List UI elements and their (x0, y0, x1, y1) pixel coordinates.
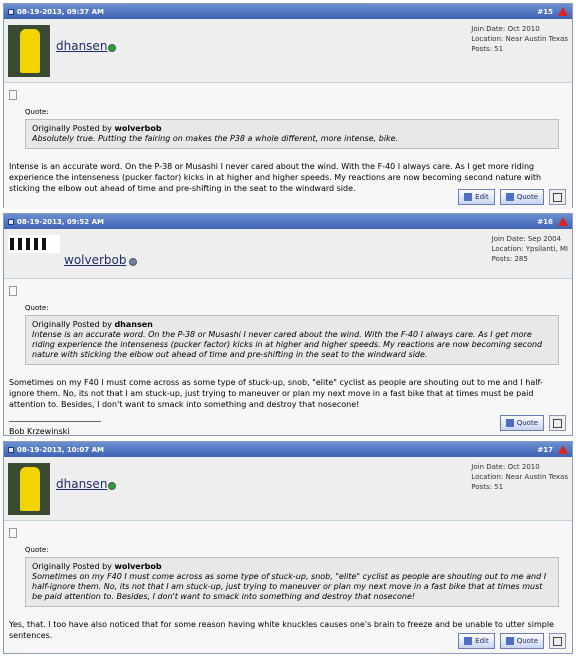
quote-author: dhansen (114, 320, 153, 329)
post-date: 08-19-2013, 09:37 AM (17, 7, 104, 16)
post-date: 08-19-2013, 09:52 AM (17, 217, 104, 226)
quote-text: Sometimes on my F40 I must come across a… (32, 572, 547, 601)
username-link[interactable]: wolverbob (64, 253, 126, 267)
evolution-avatar[interactable] (8, 235, 60, 253)
quote-box: Originally Posted by wolverbob Sometimes… (25, 557, 559, 607)
post-date: 08-19-2013, 10:07 AM (17, 445, 104, 454)
post-icon (8, 8, 14, 15)
quote-text: Absolutely true. Putting the fairing on … (32, 134, 399, 143)
multi-quote-button[interactable] (549, 415, 566, 431)
online-status-icon (108, 44, 116, 52)
post-icon (8, 446, 14, 453)
quote-button[interactable]: Quote (499, 633, 544, 649)
post-actions: Quote (499, 415, 566, 431)
post-body: Quote: Originally Posted by wolverbob So… (4, 521, 572, 653)
avatar[interactable] (8, 463, 50, 515)
quote-button[interactable]: Quote (499, 189, 544, 205)
post-actions: Edit Quote (458, 189, 566, 205)
user-meta: Join Date: Oct 2010 Location: Near Austi… (471, 25, 568, 53)
post-actions: Edit Quote (458, 633, 566, 649)
report-icon[interactable] (558, 7, 568, 16)
offline-status-icon (129, 258, 137, 266)
post-icon (8, 218, 14, 225)
username-link[interactable]: dhansen (56, 477, 107, 491)
post-header: 08-19-2013, 10:07 AM #17 (4, 442, 572, 457)
multi-quote-button[interactable] (549, 633, 566, 649)
quote-text: Intense is an accurate word. On the P-38… (32, 330, 543, 359)
quote-box: Originally Posted by wolverbob Absolutel… (25, 119, 559, 149)
user-info: dhansen Join Date: Oct 2010 Location: Ne… (4, 19, 572, 83)
post-icon (9, 90, 17, 100)
signature: Bob Krzewinski (9, 427, 70, 436)
edit-button[interactable]: Edit (458, 189, 495, 205)
edit-button[interactable]: Edit (458, 633, 495, 649)
quote-box: Originally Posted by dhansen Intense is … (25, 315, 559, 365)
user-meta: Join Date: Oct 2010 Location: Near Austi… (471, 463, 568, 491)
report-icon[interactable] (558, 445, 568, 454)
multi-quote-button[interactable] (549, 189, 566, 205)
post-icon (9, 286, 17, 296)
post-15: 08-19-2013, 09:37 AM #15 dhansen Join Da… (3, 3, 573, 209)
post-header: 08-19-2013, 09:52 AM #16 (4, 214, 572, 229)
quote-label: Quote: (25, 108, 49, 116)
post-icon (9, 528, 17, 538)
user-info: dhansen Join Date: Oct 2010 Location: Ne… (4, 457, 572, 521)
post-header: 08-19-2013, 09:37 AM #15 (4, 4, 572, 19)
report-icon[interactable] (558, 217, 568, 226)
quote-label: Quote: (25, 304, 49, 312)
post-number-link[interactable]: #15 (537, 8, 553, 16)
quote-author: wolverbob (114, 562, 162, 571)
user-info: wolverbob Join Date: Sep 2004 Location: … (4, 229, 572, 279)
username-link[interactable]: dhansen (56, 39, 107, 53)
avatar[interactable] (8, 25, 50, 77)
post-message: Sometimes on my F40 I must come across a… (9, 378, 543, 409)
post-16: 08-19-2013, 09:52 AM #16 wolverbob Join … (3, 213, 573, 436)
post-17: 08-19-2013, 10:07 AM #17 dhansen Join Da… (3, 441, 573, 654)
quote-button[interactable]: Quote (499, 415, 544, 431)
quote-label: Quote: (25, 546, 49, 554)
user-meta: Join Date: Sep 2004 Location: Ypsilanti,… (491, 235, 568, 263)
signature-divider (9, 421, 101, 422)
post-number-link[interactable]: #17 (537, 446, 553, 454)
post-body: Quote: Originally Posted by dhansen Inte… (4, 279, 572, 436)
post-number-link[interactable]: #16 (537, 218, 553, 226)
online-status-icon (108, 482, 116, 490)
quote-author: wolverbob (114, 124, 162, 133)
post-body: Quote: Originally Posted by wolverbob Ab… (4, 83, 572, 209)
